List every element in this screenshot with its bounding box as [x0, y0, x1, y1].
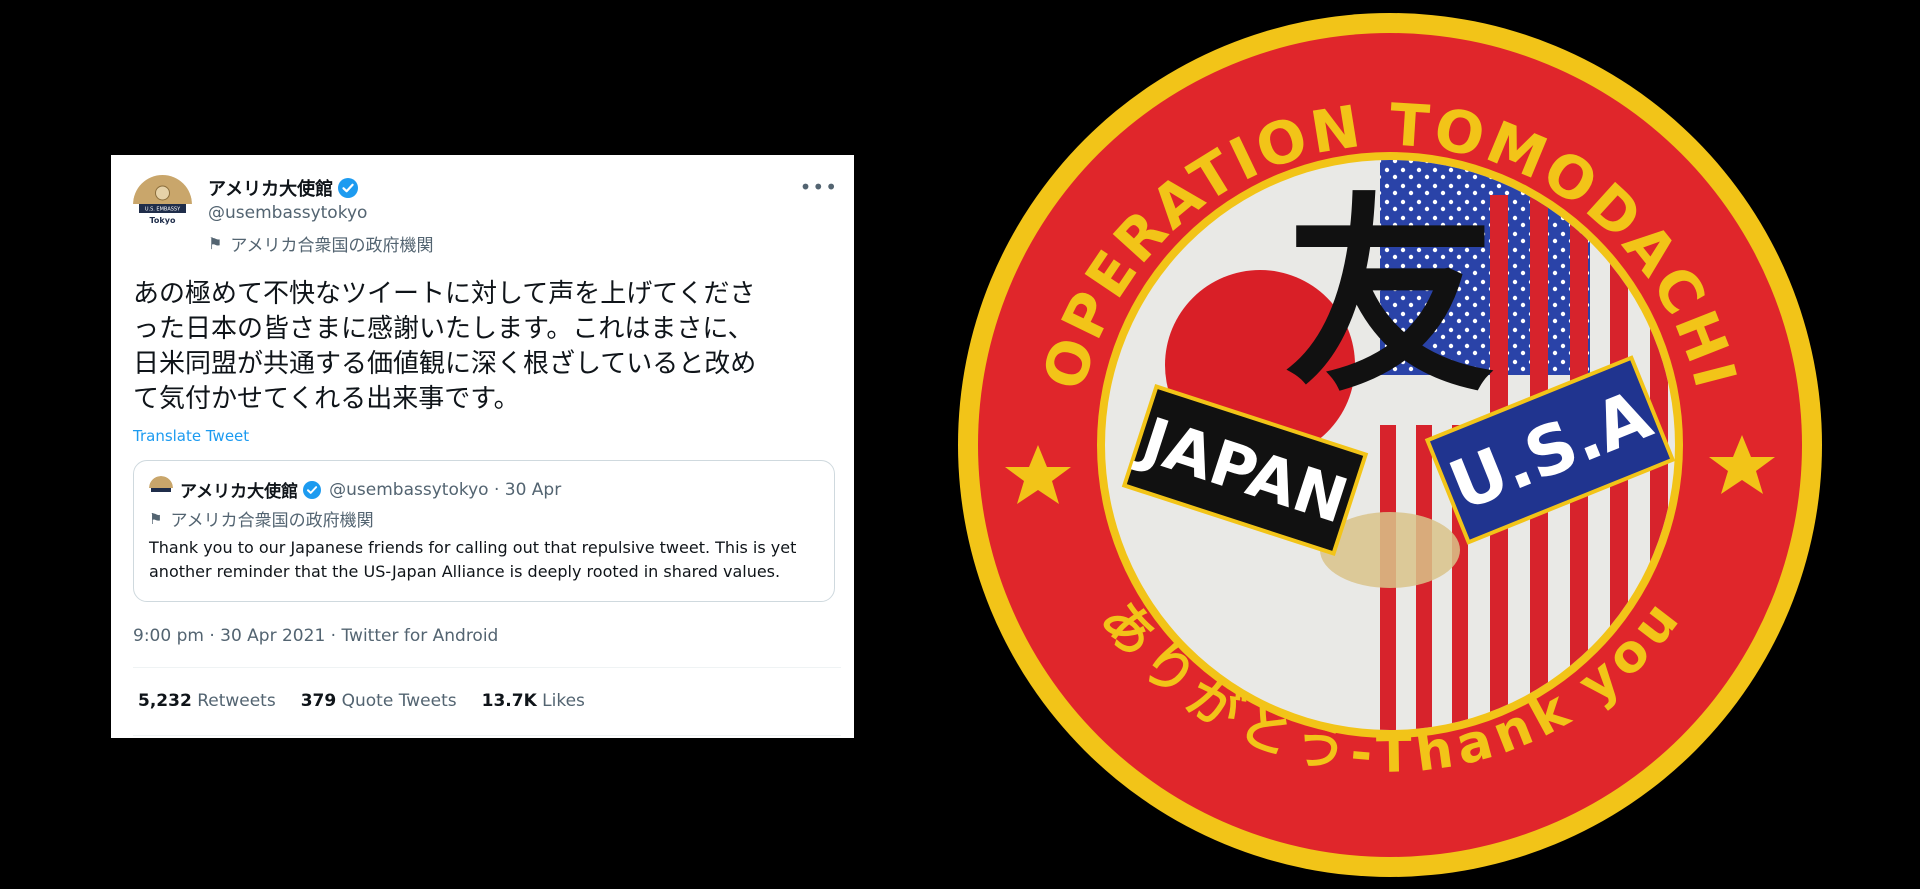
tweet-card: U.S. EMBASSY Tokyo アメリカ大使館 @usembassytok…: [111, 155, 854, 738]
account-name-row: アメリカ大使館: [208, 175, 359, 201]
likes-count: 13.7K: [481, 691, 537, 711]
divider: [133, 667, 841, 668]
account-handle[interactable]: @usembassytokyo: [208, 203, 367, 223]
flag-icon: ⚑: [208, 234, 223, 253]
likes-stat[interactable]: 13.7K Likes: [482, 691, 585, 711]
avatar-top-text: U.S. EMBASSY: [145, 207, 181, 213]
quote-tweets-label: Quote Tweets: [341, 691, 457, 711]
quoted-verified-badge-icon: [303, 480, 322, 499]
quote-tweets-stat[interactable]: 379 Quote Tweets: [301, 691, 457, 711]
translate-tweet-link[interactable]: Translate Tweet: [133, 427, 249, 445]
account-avatar[interactable]: U.S. EMBASSY Tokyo: [133, 175, 192, 234]
retweets-stat[interactable]: 5,232 Retweets: [138, 691, 276, 711]
quoted-government-label: ⚑ アメリカ合衆国の政府機関: [149, 506, 374, 532]
more-options-icon[interactable]: •••: [800, 175, 838, 199]
quoted-tweet[interactable]: アメリカ大使館 @usembassytokyo · 30 Apr ⚑ アメリカ合…: [133, 460, 835, 602]
avatar-bottom-text: Tokyo: [150, 216, 176, 225]
quoted-handle-date: @usembassytokyo · 30 Apr: [329, 479, 562, 500]
account-name[interactable]: アメリカ大使館: [208, 175, 333, 201]
government-label: ⚑ アメリカ合衆国の政府機関: [208, 231, 434, 256]
government-label-text: アメリカ合衆国の政府機関: [230, 236, 434, 256]
tweet-stats: 5,232 Retweets 379 Quote Tweets 13.7K Li…: [138, 691, 610, 711]
quoted-account-name: アメリカ大使館: [180, 482, 299, 502]
verified-badge-icon: [338, 178, 359, 198]
operation-tomodachi-patch: 友 JAPAN U.S.A OPERATION TOMODACHI ありがとう-…: [950, 5, 1830, 885]
tweet-timestamp[interactable]: 9:00 pm · 30 Apr 2021 · Twitter for Andr…: [133, 626, 498, 646]
quoted-flag-icon: ⚑: [149, 509, 163, 528]
quoted-tweet-text: Thank you to our Japanese friends for ca…: [149, 538, 797, 581]
likes-label: Likes: [542, 691, 585, 711]
retweets-count: 5,232: [138, 691, 192, 711]
quoted-government-label-text: アメリカ合衆国の政府機関: [170, 511, 374, 531]
quoted-avatar: [149, 476, 173, 500]
retweets-label: Retweets: [197, 691, 276, 711]
quote-tweets-count: 379: [300, 691, 337, 711]
quoted-header: アメリカ大使館 @usembassytokyo · 30 Apr: [180, 477, 562, 503]
divider: [133, 735, 841, 736]
tweet-body: あの極めて不快なツイートに対して声を上げてくださ った日本の皆さまに感謝いたしま…: [133, 279, 757, 414]
patch-kanji: 友: [1285, 173, 1495, 420]
